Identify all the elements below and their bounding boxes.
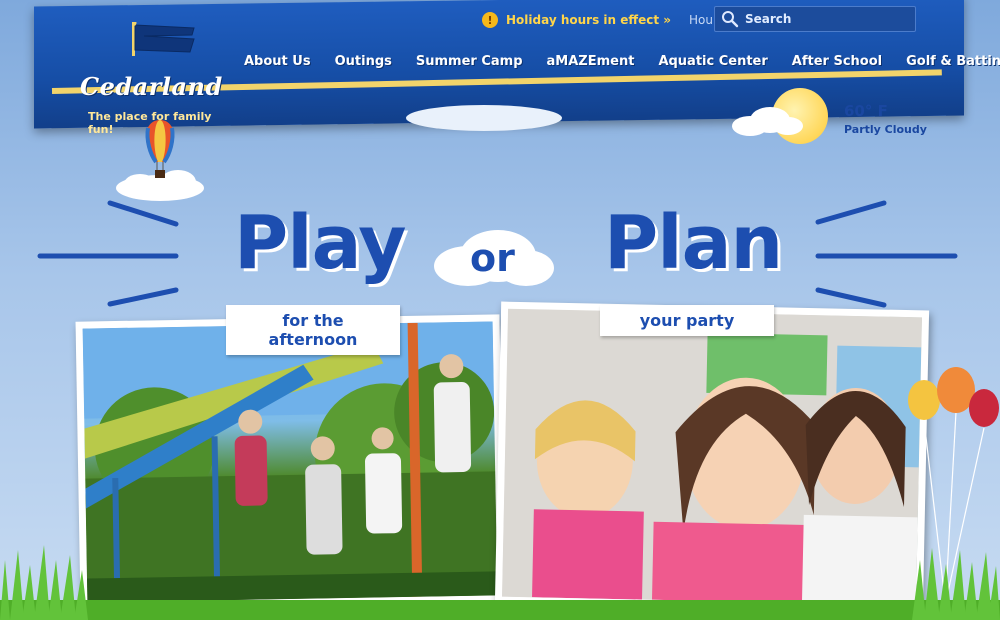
flag-icon: [132, 22, 195, 56]
ropes-course-illustration: [82, 321, 498, 603]
caption-your-party[interactable]: your party: [600, 305, 774, 336]
headline-plan: Plan: [604, 200, 783, 286]
nav-summer-camp[interactable]: Summer Camp: [416, 54, 523, 69]
logo[interactable]: Cedarland The place for family fun!: [74, 18, 224, 136]
nav-about-us[interactable]: About Us: [244, 54, 311, 69]
nav-aquatic-center[interactable]: Aquatic Center: [658, 54, 767, 69]
weather-temperature: 60° F: [844, 102, 888, 120]
photo-party-kids: [502, 308, 922, 606]
nav-golf-batting[interactable]: Golf & Batting: [906, 54, 1000, 69]
utility-bar: ! Holiday hours in effect » Hours: [482, 8, 724, 32]
search-box[interactable]: [714, 6, 916, 32]
logo-name: Cedarland: [80, 72, 223, 101]
nav-after-school[interactable]: After School: [792, 54, 882, 69]
hot-air-balloon-icon: [116, 120, 204, 201]
photo-play-afternoon[interactable]: [75, 314, 505, 610]
nav-amazement[interactable]: aMAZEment: [547, 54, 635, 69]
alert-icon: !: [482, 12, 498, 28]
cloud-decoration: [406, 105, 562, 131]
page: Cedarland The place for family fun! ! Ho…: [0, 0, 1000, 620]
main-nav: About Us Outings Summer Camp aMAZEment A…: [244, 54, 1000, 69]
nav-outings[interactable]: Outings: [335, 54, 392, 69]
partly-cloudy-icon: [732, 107, 803, 136]
party-balloons-icon: [908, 367, 999, 593]
search-icon[interactable]: [721, 10, 739, 28]
weather-condition: Partly Cloudy: [844, 123, 927, 136]
caption-for-the-afternoon[interactable]: for the afternoon: [226, 305, 400, 355]
headline-or: or: [470, 236, 515, 280]
holiday-hours-link[interactable]: Holiday hours in effect »: [506, 13, 671, 27]
headline-play: Play: [234, 200, 406, 286]
photo-ropes-course: [82, 321, 498, 603]
photo-plan-party[interactable]: [494, 301, 930, 613]
search-input[interactable]: [745, 12, 915, 26]
party-kids-illustration: [502, 308, 922, 606]
